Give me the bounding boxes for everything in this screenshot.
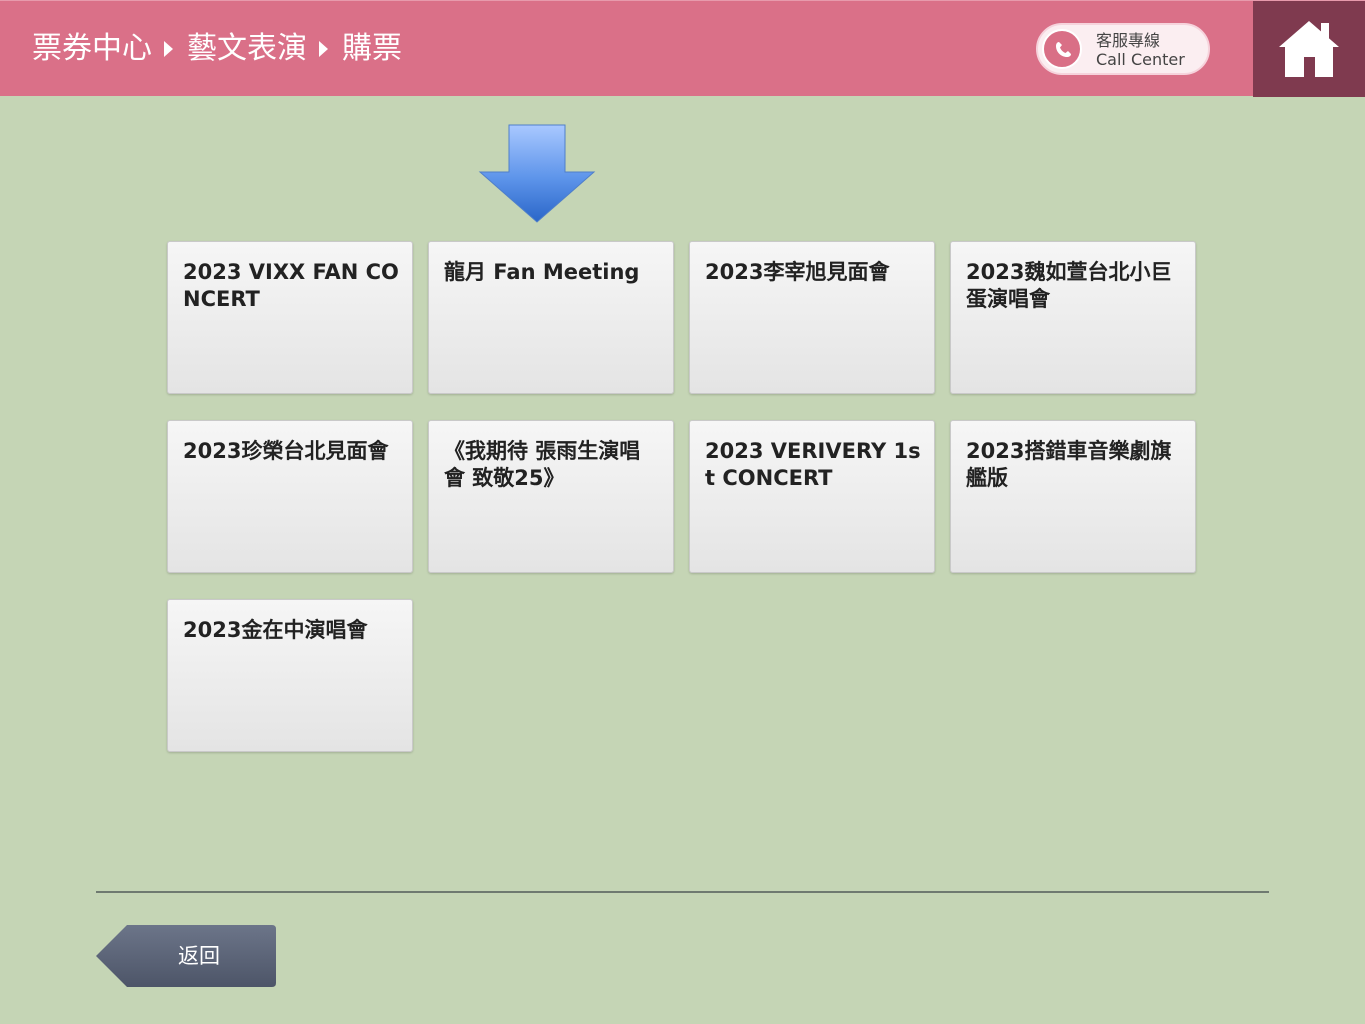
call-center-label-en: Call Center	[1096, 50, 1185, 69]
call-center-button[interactable]: 客服專線 Call Center	[1036, 23, 1210, 75]
event-tile-label: 2023金在中演唱會	[183, 618, 368, 642]
arrow-down-icon	[478, 124, 596, 223]
home-icon	[1279, 21, 1339, 77]
event-tile-label: 2023 VIXX FAN CONCERT	[183, 260, 399, 311]
phone-icon	[1042, 29, 1082, 69]
event-tile[interactable]: 《我期待 張雨生演唱會 致敬25》	[428, 420, 674, 573]
event-tile[interactable]: 2023珍榮台北見面會	[167, 420, 413, 573]
event-tile-label: 2023搭錯車音樂劇旗艦版	[966, 439, 1172, 490]
event-tile-label: 2023魏如萱台北小巨蛋演唱會	[966, 260, 1172, 311]
back-button[interactable]: 返回	[95, 924, 277, 988]
call-center-label-zh: 客服專線	[1096, 31, 1161, 50]
event-tile-label: 2023 VERIVERY 1st CONCERT	[705, 439, 921, 490]
breadcrumb-item-arts-performance[interactable]: 藝文表演	[187, 29, 307, 69]
event-tile[interactable]: 龍月 Fan Meeting	[428, 241, 674, 394]
event-tile[interactable]: 2023魏如萱台北小巨蛋演唱會	[950, 241, 1196, 394]
call-center-label: 客服專線 Call Center	[1096, 31, 1185, 69]
event-tile[interactable]: 2023 VIXX FAN CONCERT	[167, 241, 413, 394]
home-button[interactable]	[1253, 1, 1365, 97]
event-tile[interactable]: 2023搭錯車音樂劇旗艦版	[950, 420, 1196, 573]
header-bar: 票券中心 藝文表演 購票 客服專線 Call Center	[0, 0, 1365, 97]
breadcrumb: 票券中心 藝文表演 購票	[32, 29, 402, 69]
event-tile-label: 2023珍榮台北見面會	[183, 439, 389, 463]
ticket-purchase-screen: 票券中心 藝文表演 購票 客服專線 Call Center 2023 VIXX …	[0, 0, 1365, 1024]
event-tile-label: 2023李宰旭見面會	[705, 260, 890, 284]
back-button-label: 返回	[178, 944, 220, 968]
breadcrumb-item-purchase: 購票	[342, 31, 402, 66]
event-tile[interactable]: 2023李宰旭見面會	[689, 241, 935, 394]
breadcrumb-item-ticket-center[interactable]: 票券中心	[32, 29, 152, 69]
breadcrumb-separator-icon	[164, 41, 173, 57]
event-tile[interactable]: 2023金在中演唱會	[167, 599, 413, 752]
footer-divider	[96, 891, 1269, 893]
event-tile[interactable]: 2023 VERIVERY 1st CONCERT	[689, 420, 935, 573]
event-tile-label: 《我期待 張雨生演唱會 致敬25》	[444, 439, 641, 490]
event-tile-label: 龍月 Fan Meeting	[444, 260, 640, 284]
breadcrumb-separator-icon	[319, 41, 328, 57]
